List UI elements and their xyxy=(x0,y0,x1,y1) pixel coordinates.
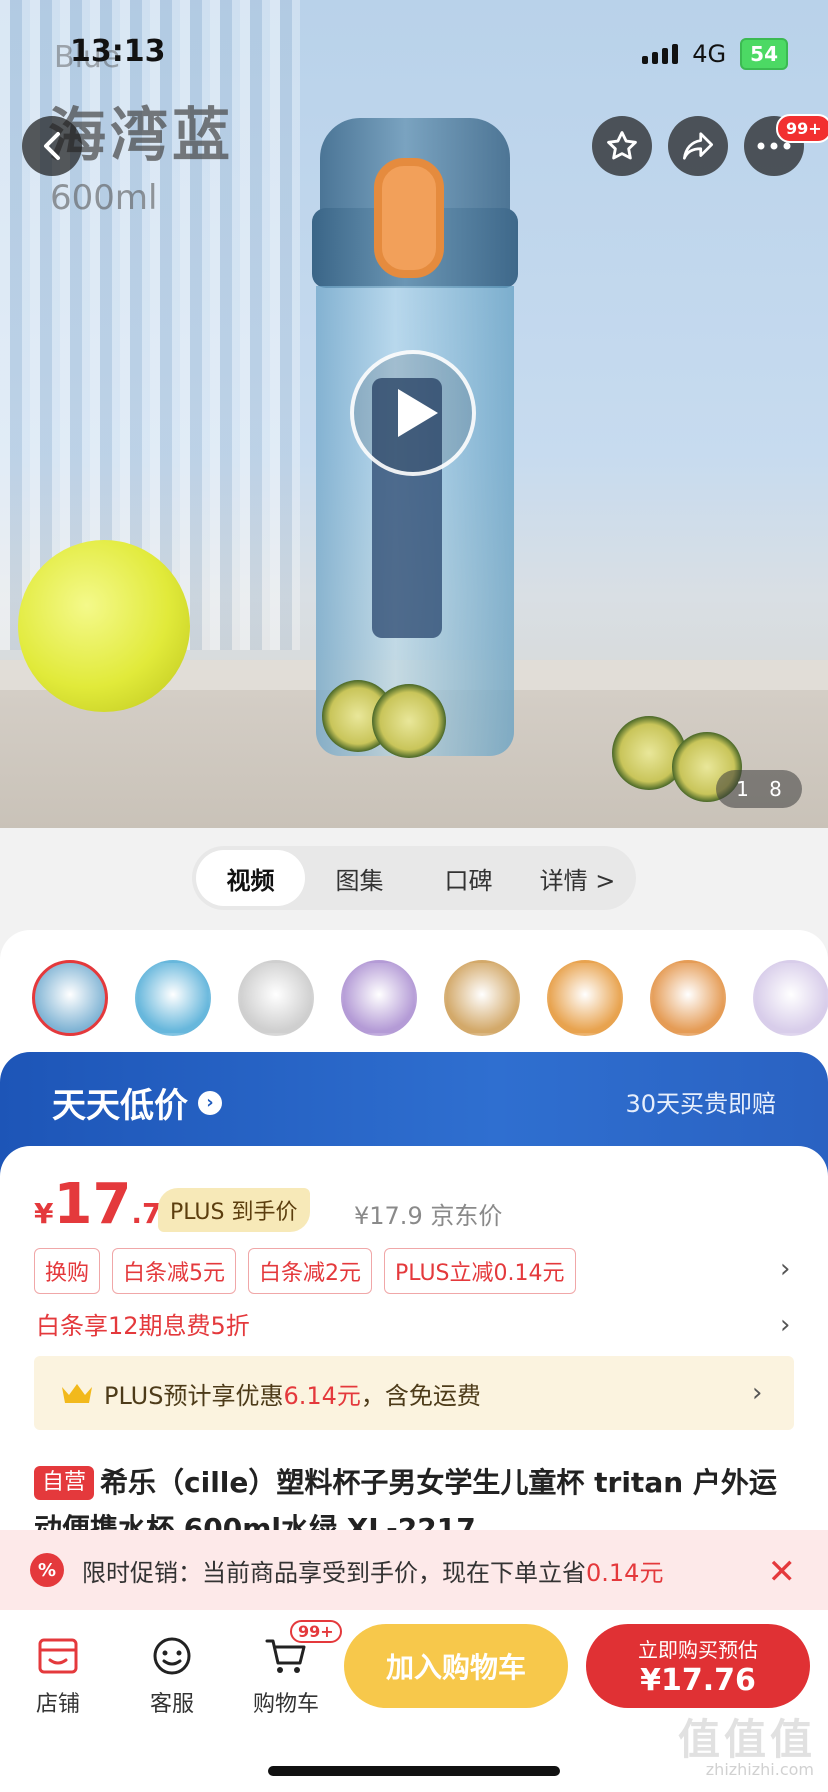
banner-title-text: 天天低价 xyxy=(52,1086,188,1126)
cart-count-badge: 99+ xyxy=(290,1620,342,1643)
add-to-cart-button[interactable]: 加入购物车 xyxy=(344,1624,568,1708)
overlay-capacity: 600ml xyxy=(50,178,158,218)
watermark-url: zhizhizhi.com xyxy=(705,1760,814,1779)
plus-savings-amount: 6.14元 xyxy=(283,1381,361,1410)
promo-tag[interactable]: 白条减2元 xyxy=(248,1248,373,1294)
promo-tag[interactable]: 白条减5元 xyxy=(112,1248,237,1294)
buy-now-button[interactable]: 立即购买预估 ¥17.76 xyxy=(586,1624,810,1708)
signal-icon xyxy=(642,44,679,64)
chevron-right-icon[interactable]: › xyxy=(752,1378,762,1408)
crown-icon xyxy=(62,1384,92,1403)
variant-thumbnail[interactable] xyxy=(341,960,417,1036)
chat-smile-icon xyxy=(153,1637,191,1675)
home-indicator xyxy=(268,1766,560,1776)
variant-thumbnail[interactable] xyxy=(650,960,726,1036)
favorite-button[interactable] xyxy=(592,116,652,176)
price-integer: 17 xyxy=(53,1172,132,1237)
chevron-right-icon[interactable]: › xyxy=(780,1310,790,1340)
price-guarantee: 30天买贵即赔 xyxy=(625,1090,776,1118)
more-icon xyxy=(757,142,791,150)
promotions-row[interactable]: 换购 白条减5元 白条减2元 PLUS立减0.14元 xyxy=(34,1248,794,1294)
product-title-text: 希乐（cille）塑料杯子男女学生儿童杯 tritan 户外运动便携水杯 600… xyxy=(34,1466,777,1532)
buy-now-label: 立即购买预估 xyxy=(638,1638,758,1662)
discount-icon: % xyxy=(30,1553,64,1587)
play-video-button[interactable] xyxy=(350,350,476,476)
variant-thumbnail[interactable] xyxy=(135,960,211,1036)
chevron-left-icon xyxy=(44,132,60,160)
plus-savings-suffix: ，含免运费 xyxy=(360,1381,481,1410)
pager-total: 8 xyxy=(769,777,782,801)
status-time: 13:13 xyxy=(70,34,166,69)
price-currency: ¥ xyxy=(34,1197,54,1230)
back-button[interactable] xyxy=(22,116,82,176)
tab-gallery[interactable]: 图集 xyxy=(305,850,414,906)
network-type: 4G xyxy=(692,40,727,68)
message-badge: 99+ xyxy=(776,114,828,143)
pager-current: 1 xyxy=(736,777,749,801)
cart-button[interactable]: 购物车 xyxy=(236,1632,336,1718)
image-pager: 1 8 xyxy=(716,770,802,808)
store-icon xyxy=(38,1638,78,1674)
toast-text: 限时促销：当前商品享受到手价，现在下单立省 xyxy=(82,1558,586,1587)
tab-reviews[interactable]: 口碑 xyxy=(414,850,523,906)
promo-tag[interactable]: PLUS立减0.14元 xyxy=(384,1248,576,1294)
cart-label: 购物车 xyxy=(252,1692,319,1717)
variant-thumbnail[interactable] xyxy=(547,960,623,1036)
plus-price-tag: PLUS 到手价 xyxy=(158,1188,310,1232)
share-button[interactable] xyxy=(668,116,728,176)
banner-title[interactable]: 天天低价 › xyxy=(52,1078,222,1127)
watermark-logo: 值值值 xyxy=(677,1715,816,1764)
chevron-right-icon: › xyxy=(198,1090,222,1115)
toast-amount: 0.14元 xyxy=(586,1558,664,1587)
tab-details[interactable]: 详情 > xyxy=(523,850,632,906)
media-tabs: 视频 图集 口碑 详情 > xyxy=(192,846,636,910)
variant-thumbnail[interactable] xyxy=(32,960,108,1036)
customer-service-button[interactable]: 客服 xyxy=(122,1632,222,1718)
battery-level: 54 xyxy=(740,38,788,70)
jd-price: ¥17.9 京东价 xyxy=(354,1202,503,1230)
lime-slice xyxy=(372,684,446,758)
promo-toast[interactable]: % 限时促销：当前商品享受到手价，现在下单立省 0.14元 xyxy=(0,1530,828,1610)
service-label: 客服 xyxy=(149,1692,194,1717)
play-icon xyxy=(398,389,438,437)
tab-video[interactable]: 视频 xyxy=(196,850,305,906)
status-indicators: 4G 54 xyxy=(642,38,788,70)
variant-thumbnail[interactable] xyxy=(753,960,828,1036)
variant-thumbnails xyxy=(32,960,828,1036)
tennis-ball xyxy=(18,540,190,712)
variant-thumbnail[interactable] xyxy=(238,960,314,1036)
plus-savings-prefix: PLUS预计享优惠 xyxy=(104,1381,284,1410)
self-operated-tag: 自营 xyxy=(34,1466,95,1500)
installment-offer[interactable]: 白条享12期息费5折 xyxy=(36,1306,250,1341)
buy-now-price: ¥17.76 xyxy=(640,1663,756,1698)
share-icon xyxy=(683,132,713,160)
close-toast-button[interactable]: ✕ xyxy=(768,1552,797,1592)
star-icon xyxy=(607,131,637,160)
store-label: 店铺 xyxy=(35,1692,80,1717)
product-title: 自营 希乐（cille）塑料杯子男女学生儿童杯 tritan 户外运动便携水杯 6… xyxy=(34,1460,794,1532)
store-button[interactable]: 店铺 xyxy=(8,1632,108,1718)
variant-thumbnail[interactable] xyxy=(444,960,520,1036)
chevron-right-icon[interactable]: › xyxy=(780,1254,790,1284)
promo-tag[interactable]: 换购 xyxy=(34,1248,101,1294)
plus-savings-bar[interactable]: PLUS预计享优惠6.14元，含免运费 xyxy=(34,1356,794,1430)
